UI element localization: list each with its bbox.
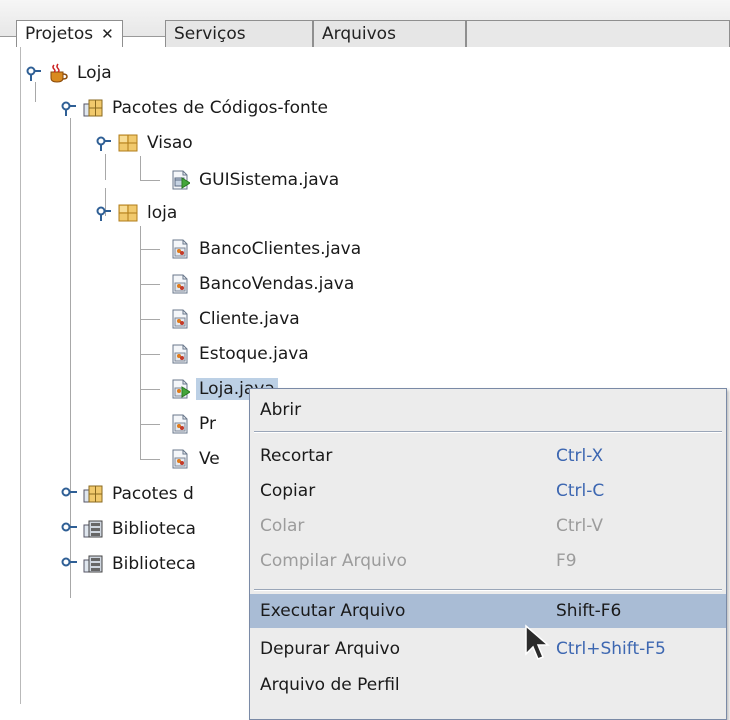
tab-bar-filler (466, 20, 730, 47)
expander-open-icon[interactable] (61, 101, 77, 117)
gui-form-file-icon (172, 170, 190, 190)
menu-item-shortcut: Shift-F6 (556, 601, 622, 621)
expander-open-icon[interactable] (96, 206, 112, 222)
tab-arquivos[interactable]: Arquivos (313, 20, 466, 47)
menu-item-recortar[interactable]: Recortar Ctrl-X (250, 439, 726, 473)
package-icon (118, 204, 138, 222)
expander-closed-icon[interactable] (61, 554, 77, 570)
menu-item-label: Executar Arquivo (260, 601, 406, 621)
menu-item-label: Compilar Arquivo (260, 551, 407, 571)
tree-node-label: loja (147, 203, 178, 223)
menu-item-shortcut: Ctrl+Shift-F5 (556, 639, 666, 659)
panel-left-border (20, 36, 21, 704)
tree-node-label: Visao (147, 133, 193, 153)
tree-node-test-packages[interactable]: Pacotes d (83, 477, 194, 511)
menu-separator (254, 589, 722, 591)
menu-item-label: Copiar (260, 481, 316, 501)
source-root-icon (83, 99, 103, 117)
java-main-file-icon (172, 379, 190, 399)
menu-item-depurar-arquivo[interactable]: Depurar Arquivo Ctrl+Shift-F5 (250, 632, 726, 666)
tree-node-label: BancoVendas.java (199, 274, 355, 294)
tree-node-file[interactable]: BancoVendas.java (170, 267, 354, 301)
tree-node-label: Ve (199, 449, 220, 469)
mouse-pointer-icon (525, 624, 550, 660)
menu-item-colar: Colar Ctrl-V (250, 509, 726, 543)
java-file-icon (172, 309, 188, 329)
java-file-icon (172, 239, 188, 259)
tree-node-file[interactable]: BancoClientes.java (170, 232, 361, 266)
tree-node-label: Pacotes de Códigos-fonte (112, 98, 328, 118)
tree-node-file[interactable]: GUISistema.java (170, 163, 339, 197)
tree-node-libraries[interactable]: Biblioteca (83, 512, 196, 546)
tab-bar: Projetos ✕ Serviços Arquivos (0, 0, 730, 47)
tree-node-label: Pacotes d (112, 484, 194, 504)
tab-projetos-label: Projetos (25, 24, 94, 44)
tree-node-package-visao[interactable]: Visao (118, 126, 193, 160)
menu-item-shortcut: Ctrl-X (556, 446, 604, 466)
tree-node-source-packages[interactable]: Pacotes de Códigos-fonte (83, 91, 328, 125)
java-file-icon (172, 344, 188, 364)
menu-item-compilar-arquivo: Compilar Arquivo F9 (250, 544, 726, 578)
expander-open-icon[interactable] (96, 136, 112, 152)
tree-node-label: Pr (199, 414, 216, 434)
tree-node-label: Estoque.java (199, 344, 309, 364)
coffee-cup-icon (50, 63, 68, 83)
menu-item-arquivo-de-perfil[interactable]: Arquivo de Perfil (250, 668, 726, 702)
tab-arquivos-label: Arquivos (322, 24, 396, 44)
expander-closed-icon[interactable] (61, 519, 77, 535)
expander-closed-icon[interactable] (61, 484, 77, 500)
menu-item-label: Depurar Arquivo (260, 639, 400, 659)
tree-node-project[interactable]: Loja (48, 56, 112, 90)
menu-item-shortcut: F9 (556, 551, 577, 571)
menu-item-label: Colar (260, 516, 305, 536)
tab-projetos[interactable]: Projetos ✕ (16, 20, 123, 47)
tree-node-package-loja[interactable]: loja (118, 196, 177, 230)
tree-node-label: BancoClientes.java (199, 239, 362, 259)
close-icon[interactable]: ✕ (101, 25, 114, 43)
tree-node-file[interactable]: Pr (170, 407, 216, 441)
menu-item-label: Abrir (260, 400, 302, 420)
tree-node-label: GUISistema.java (199, 170, 340, 190)
tree-node-label: Cliente.java (199, 309, 300, 329)
tree-node-file[interactable]: Cliente.java (170, 302, 300, 336)
menu-item-copiar[interactable]: Copiar Ctrl-C (250, 474, 726, 508)
tree-node-file[interactable]: Ve (170, 442, 220, 476)
tab-servicos[interactable]: Serviços (165, 20, 313, 47)
source-root-icon (83, 485, 103, 503)
context-menu: Abrir Recortar Ctrl-X Copiar Ctrl-C Cola… (249, 388, 727, 720)
tree-node-label: Loja (77, 63, 112, 83)
menu-item-shortcut: Ctrl-V (556, 516, 604, 536)
library-icon (83, 555, 103, 573)
menu-item-executar-arquivo[interactable]: Executar Arquivo Shift-F6 (250, 594, 726, 628)
tree-node-file[interactable]: Estoque.java (170, 337, 309, 371)
menu-item-label: Arquivo de Perfil (260, 675, 400, 695)
tree-node-label: Biblioteca (112, 554, 196, 574)
menu-item-abrir[interactable]: Abrir (250, 393, 726, 427)
menu-separator (254, 431, 722, 433)
tree-node-test-libraries[interactable]: Biblioteca (83, 547, 196, 581)
java-file-icon (172, 449, 188, 469)
java-file-icon (172, 274, 188, 294)
library-icon (83, 520, 103, 538)
menu-item-shortcut: Ctrl-C (556, 481, 605, 501)
expander-open-icon[interactable] (26, 66, 42, 82)
tree-node-label: Biblioteca (112, 519, 196, 539)
tab-servicos-label: Serviços (174, 24, 246, 44)
menu-item-label: Recortar (260, 446, 333, 466)
package-icon (118, 134, 138, 152)
java-file-icon (172, 414, 188, 434)
